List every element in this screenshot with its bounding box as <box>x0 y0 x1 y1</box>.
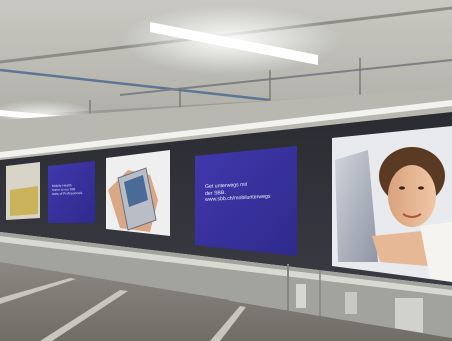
woman-eye <box>418 186 424 190</box>
billboard-photo <box>10 186 38 216</box>
wall-fixture <box>345 292 357 314</box>
woman-eye <box>399 186 405 190</box>
parking-garage-photo: Mobile Health home to our 586 tests of P… <box>0 0 452 341</box>
wall-fixture <box>296 284 306 308</box>
wall-fixture <box>395 298 423 334</box>
scene-drawing <box>0 0 452 341</box>
ad-left-text: Mobile Health home to our 586 tests of P… <box>52 183 83 196</box>
